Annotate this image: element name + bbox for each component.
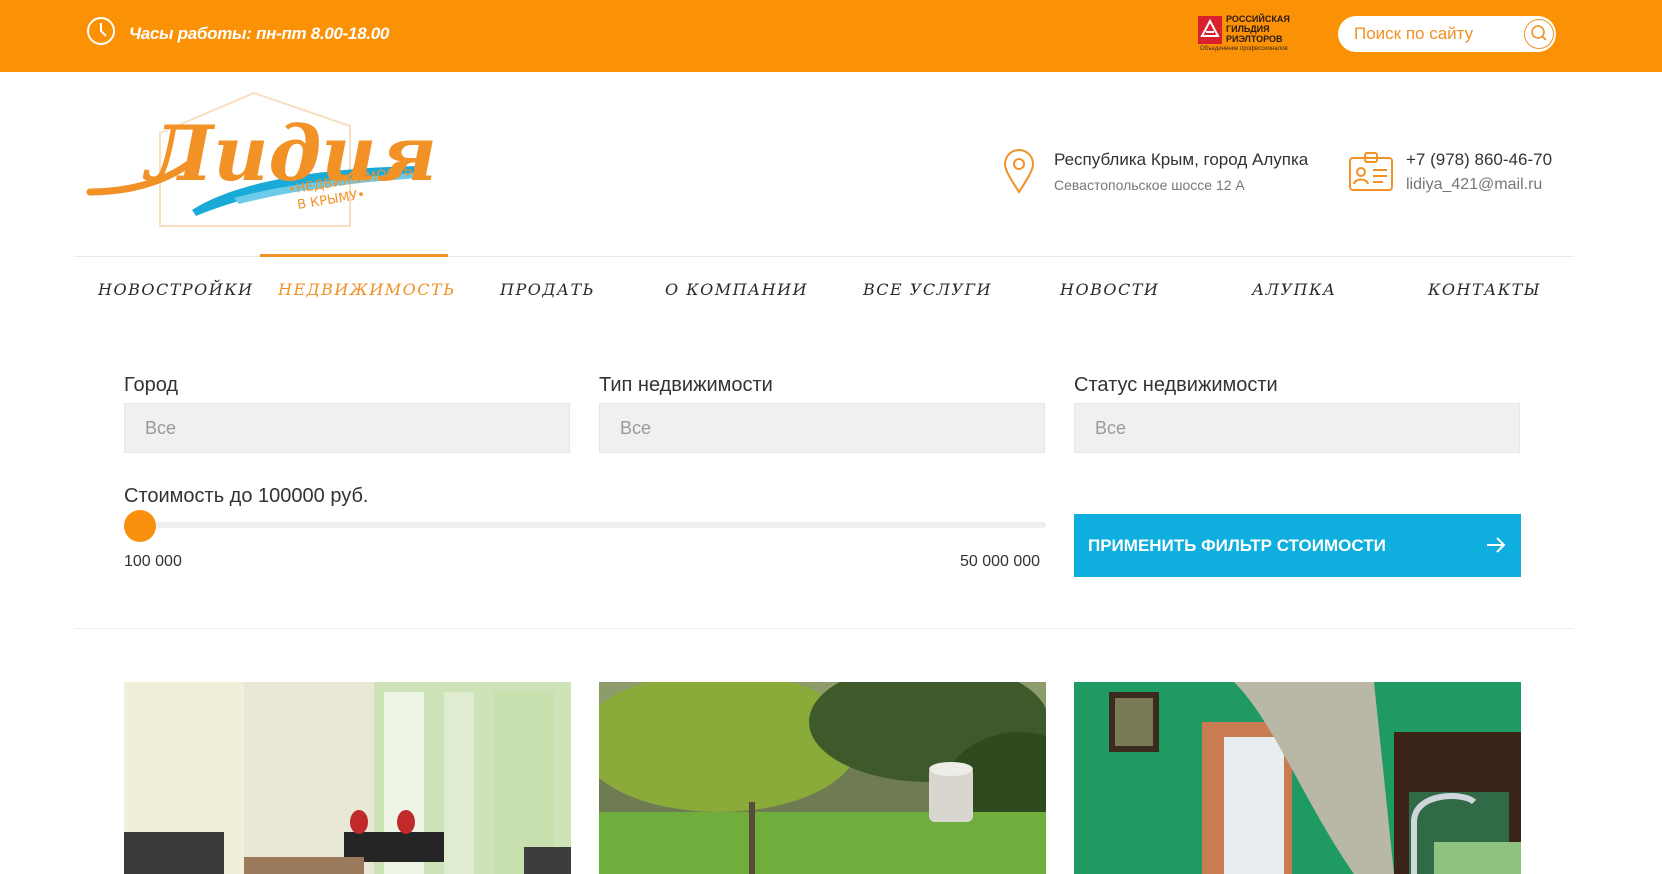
city-select[interactable]: Все: [124, 403, 570, 453]
search-icon: [1531, 25, 1547, 41]
apply-price-filter-button[interactable]: ПРИМЕНИТЬ ФИЛЬТР СТОИМОСТИ: [1074, 514, 1521, 577]
working-hours: Часы работы: пн-пт 8.00-18.00: [129, 24, 390, 43]
search-button[interactable]: [1524, 19, 1554, 49]
arrow-right-icon: [1487, 537, 1506, 553]
guild-name: РОССИЙСКАЯ ГИЛЬДИЯ РИЭЛТОРОВ: [1226, 14, 1290, 44]
city-label: Город: [124, 374, 179, 396]
listing-card-photo[interactable]: [124, 682, 571, 874]
property-type-label: Тип недвижимости: [599, 374, 773, 396]
realtor-guild-logo[interactable]: РОССИЙСКАЯ ГИЛЬДИЯ РИЭЛТОРОВ Объединение…: [1198, 14, 1290, 54]
nav-item-alupka[interactable]: АЛУПКА: [1252, 280, 1336, 299]
interior-photo: [124, 682, 571, 874]
phone-number[interactable]: +7 (978) 860-46-70: [1406, 150, 1552, 170]
company-logo[interactable]: Лидия •НЕДВИЖИМОСТЬ В КРЫМУ•: [84, 88, 454, 238]
address-city: Республика Крым, город Алупка: [1054, 150, 1309, 169]
price-range-max: 50 000 000: [960, 553, 1041, 570]
price-label: Стоимость до 100000 руб.: [124, 485, 369, 507]
section-divider: [74, 628, 1574, 629]
nav-item-kontakty[interactable]: КОНТАКТЫ: [1428, 280, 1541, 299]
contact-card-icon: [1349, 152, 1393, 191]
nav-item-vse-uslugi[interactable]: ВСЕ УСЛУГИ: [863, 280, 992, 299]
nav-item-o-kompanii[interactable]: О КОМПАНИИ: [665, 280, 808, 299]
bedroom-photo: [1074, 682, 1521, 874]
search-input[interactable]: [1354, 24, 1514, 44]
nav-item-novostroyki[interactable]: НОВОСТРОЙКИ: [98, 280, 254, 299]
location-pin-icon: [1003, 149, 1035, 194]
site-search: [1338, 16, 1556, 52]
nav-item-prodat[interactable]: ПРОДАТЬ: [500, 280, 595, 299]
apply-button-label: ПРИМЕНИТЬ ФИЛЬТР СТОИМОСТИ: [1088, 536, 1386, 555]
top-bar: Часы работы: пн-пт 8.00-18.00 РОССИЙСКАЯ…: [0, 0, 1662, 72]
email-address[interactable]: lidiya_421@mail.ru: [1406, 176, 1542, 194]
nav-item-nedvizhimost[interactable]: НЕДВИЖИМОСТЬ: [278, 280, 455, 299]
clock-icon: [87, 17, 115, 45]
guild-subtitle: Объединение профессионалов: [1200, 46, 1288, 52]
main-nav: НОВОСТРОЙКИ НЕДВИЖИМОСТЬ ПРОДАТЬ О КОМПА…: [74, 256, 1574, 316]
price-slider-track[interactable]: [124, 522, 1046, 528]
nav-item-novosti[interactable]: НОВОСТИ: [1060, 280, 1159, 299]
property-status-label: Статус недвижимости: [1074, 374, 1278, 396]
garden-photo: [599, 682, 1046, 874]
listing-card-photo[interactable]: [1074, 682, 1521, 874]
address-street: Севастопольское шоссе 12 А: [1054, 177, 1245, 193]
price-range-min: 100 000: [124, 553, 182, 570]
guild-badge-icon: [1198, 16, 1222, 44]
price-slider-handle[interactable]: [124, 510, 156, 542]
property-type-select[interactable]: Все: [599, 403, 1045, 453]
property-status-select[interactable]: Все: [1074, 403, 1520, 453]
listing-card-photo[interactable]: [599, 682, 1046, 874]
